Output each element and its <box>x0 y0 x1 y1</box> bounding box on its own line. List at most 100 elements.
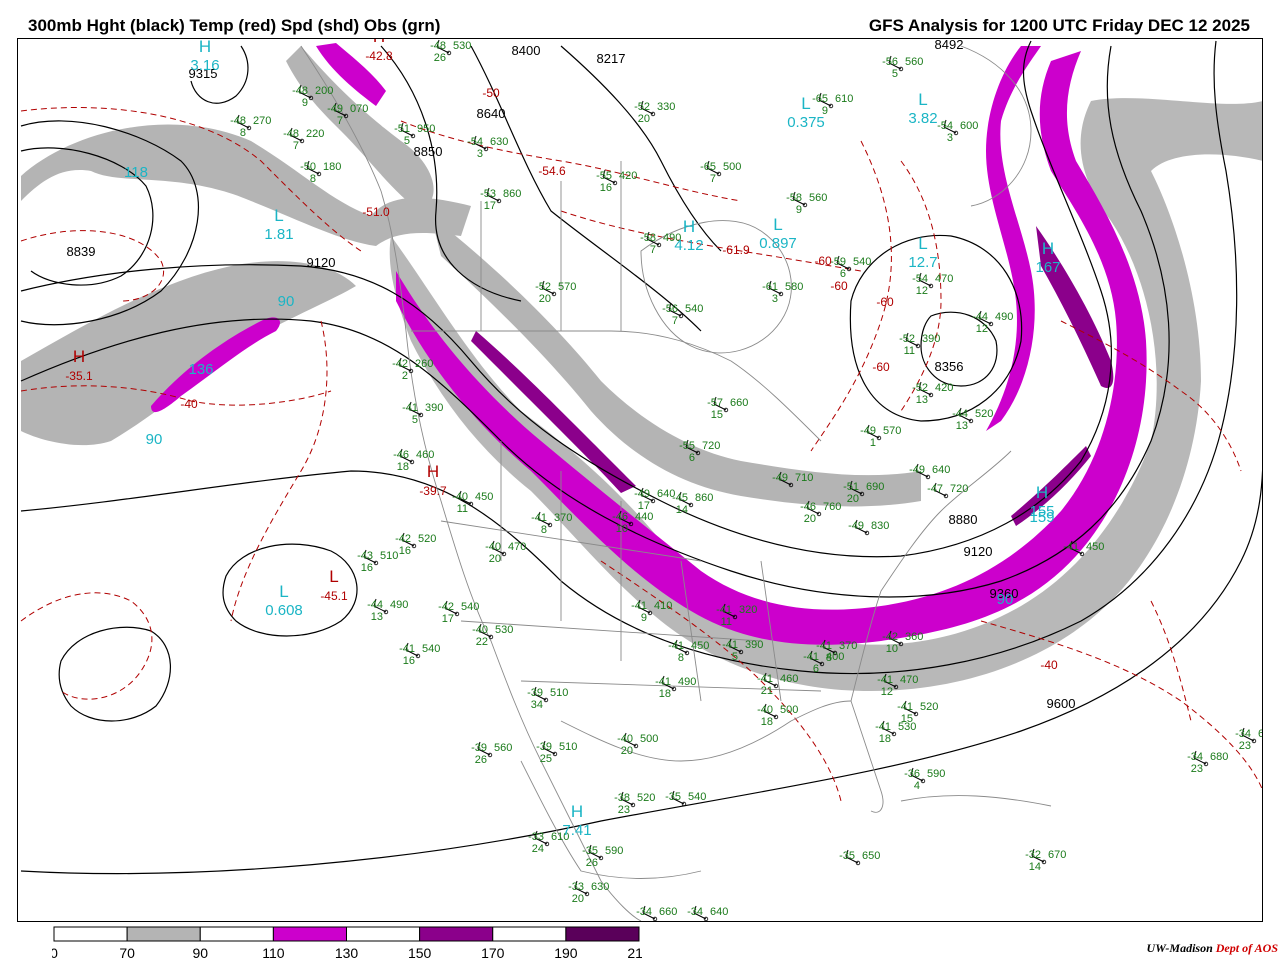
low-center-marker: L <box>918 90 927 109</box>
center-value-label: 0.608 <box>265 602 303 619</box>
obs-height: 330 <box>657 101 675 113</box>
station-observation: -54 630 3 <box>467 135 508 160</box>
obs-height: 500 <box>723 161 741 173</box>
weather-map[interactable]: -48 530 26 -48 200 9 -49 070 7 -48 270 8 -48 220 7 -51 9… <box>17 38 1263 922</box>
obs-height: 760 <box>823 501 841 513</box>
legend-tick-label: 70 <box>119 945 135 960</box>
obs-temperature: -40 <box>617 733 633 745</box>
obs-dewpoint-depression: 6 <box>689 452 695 464</box>
high-center-marker: H <box>199 39 211 56</box>
center-value-label: -39.7 <box>419 484 447 498</box>
obs-temperature: -41 <box>1063 541 1079 553</box>
center-value-label: 12.7 <box>908 254 937 271</box>
station-observation: -34 690 23 <box>1235 727 1262 752</box>
obs-height: 200 <box>315 85 333 97</box>
obs-dewpoint-depression: 14 <box>1029 861 1041 873</box>
obs-height: 650 <box>862 850 880 862</box>
obs-height: 270 <box>253 115 271 127</box>
obs-height: 530 <box>898 721 916 733</box>
obs-temperature: -34 <box>687 906 703 918</box>
obs-height: 400 <box>826 651 844 663</box>
legend-tick-label: 190 <box>554 945 578 960</box>
obs-height: 950 <box>417 123 435 135</box>
obs-dewpoint-depression: 8 <box>541 524 547 536</box>
obs-height: 530 <box>495 624 513 636</box>
obs-temperature: -42 <box>882 631 898 643</box>
speed-contour-label: 90 <box>146 431 163 448</box>
speed-shading-110 <box>151 43 1147 645</box>
obs-temperature: -35 <box>582 845 598 857</box>
obs-temperature: -34 <box>636 906 652 918</box>
weather-map-page: { "header": { "left_title": "300mb Hght … <box>0 0 1280 960</box>
station-observation: -56 540 7 <box>662 302 703 327</box>
obs-temperature: -41 <box>655 676 671 688</box>
station-observation: -44 520 13 <box>952 407 993 432</box>
obs-temperature: -53 <box>480 188 496 200</box>
obs-height: 530 <box>453 40 471 52</box>
florida <box>850 700 884 813</box>
obs-dewpoint-depression: 26 <box>586 857 598 869</box>
station-observation: -34 660 <box>636 905 677 921</box>
station-observation: -54 470 12 <box>912 272 953 297</box>
station-observation: -41 390 5 <box>402 401 443 426</box>
obs-dewpoint-depression: 15 <box>711 409 723 421</box>
obs-dewpoint-depression: 20 <box>638 113 650 125</box>
cuba <box>900 795 1052 807</box>
obs-height: 560 <box>809 192 827 204</box>
station-observation: -54 600 3 <box>937 119 978 144</box>
station-observation: -59 5406 <box>830 255 871 280</box>
obs-temperature: -44 <box>952 408 968 420</box>
obs-temperature: -52 <box>899 333 915 345</box>
obs-temperature: -57 <box>707 397 723 409</box>
obs-height: 600 <box>960 120 978 132</box>
station-observation: -32 670 14 <box>1025 848 1066 873</box>
obs-height: 670 <box>1048 849 1066 861</box>
obs-height: 460 <box>780 673 798 685</box>
legend-tick-label: 150 <box>408 945 432 960</box>
obs-height: 510 <box>380 550 398 562</box>
obs-height: 450 <box>475 491 493 503</box>
high-center-marker: H <box>1042 239 1054 258</box>
obs-height: 410 <box>654 600 672 612</box>
station-observation: -56 560 5 <box>882 55 923 80</box>
station-observation: -61 580 3 <box>762 280 803 305</box>
low-center-marker: L <box>274 206 283 225</box>
obs-dewpoint-depression: 20 <box>804 513 816 525</box>
legend-bin <box>199 926 274 942</box>
obs-dewpoint-depression: 8 <box>310 173 316 185</box>
station-observation: -35 650 <box>839 849 880 866</box>
obs-dewpoint-depression: 5 <box>732 651 738 663</box>
obs-height: 590 <box>927 768 945 780</box>
obs-dewpoint-depression: 9 <box>796 204 802 216</box>
temperature-contour-label: -60 <box>814 254 832 268</box>
obs-height: 490 <box>995 311 1013 323</box>
station-observation: -53 860 17 <box>480 187 521 212</box>
obs-dewpoint-depression: 3 <box>947 132 953 144</box>
obs-dewpoint-depression: 14 <box>676 504 688 516</box>
obs-dewpoint-depression: 7 <box>293 140 299 152</box>
obs-temperature: -58 <box>640 232 656 244</box>
obs-height: 510 <box>559 741 577 753</box>
obs-dewpoint-depression: 7 <box>650 244 656 256</box>
center-value-label: 3.82 <box>908 110 937 127</box>
obs-temperature: -52 <box>634 101 650 113</box>
obs-temperature: -41 <box>803 651 819 663</box>
obs-temperature: -47 <box>927 483 943 495</box>
obs-dewpoint-depression: 7 <box>672 315 678 327</box>
obs-height: 660 <box>659 906 677 918</box>
obs-height: 710 <box>795 472 813 484</box>
center-value-label: -45.1 <box>320 589 348 603</box>
obs-height: 560 <box>494 742 512 754</box>
obs-height: 320 <box>739 604 757 616</box>
obs-temperature: -51 <box>394 123 410 135</box>
obs-dewpoint-depression: 5 <box>892 68 898 80</box>
obs-temperature: -41 <box>757 673 773 685</box>
legend-bin <box>126 926 201 942</box>
obs-dewpoint-depression: 13 <box>371 611 383 623</box>
chart-title: 300mb Hght (black) Temp (red) Spd (shd) … <box>28 16 441 35</box>
obs-temperature: -46 <box>393 449 409 461</box>
station-observation: -55 420 16 <box>596 169 637 194</box>
obs-dewpoint-depression: 26 <box>475 754 487 766</box>
obs-height: 490 <box>390 599 408 611</box>
credit-department: Dept of AOS <box>1215 941 1278 955</box>
